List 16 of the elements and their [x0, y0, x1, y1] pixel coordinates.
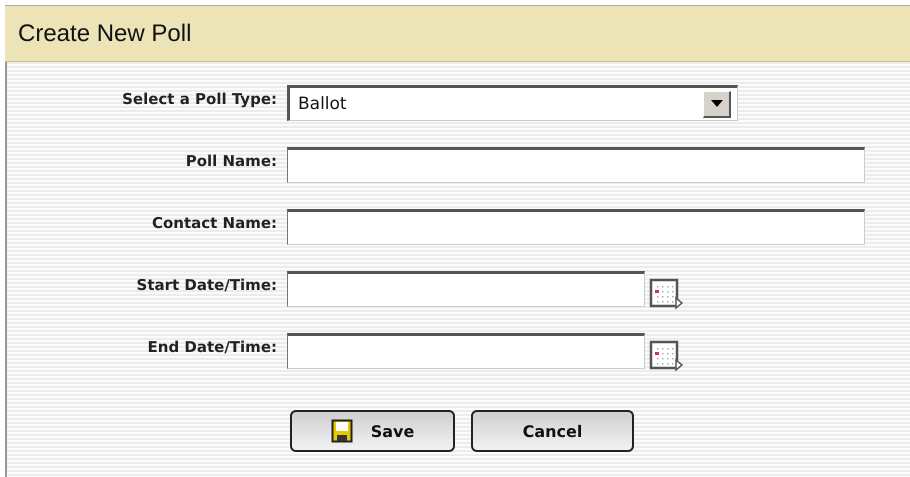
field-label: Poll Name: [184, 152, 278, 170]
field-label: Contact Name: [150, 214, 278, 232]
calendar-icon[interactable] [649, 340, 683, 372]
window-title: Create New Poll [18, 20, 192, 48]
input-field[interactable] [287, 333, 645, 369]
dropdown-arrow-icon[interactable] [710, 100, 722, 107]
field-label: Select a Poll Type: [121, 90, 278, 108]
field-label: Start Date/Time: [136, 276, 278, 294]
poll-type-dropdown[interactable]: Ballot [287, 85, 738, 121]
calendar-icon[interactable] [649, 278, 683, 310]
cancel-button[interactable]: Cancel [471, 410, 634, 452]
input-field[interactable] [287, 209, 865, 245]
field-label: End Date/Time: [146, 338, 278, 356]
save-button[interactable]: Save [290, 410, 455, 452]
input-field[interactable] [287, 271, 645, 307]
input-field[interactable] [287, 147, 865, 183]
